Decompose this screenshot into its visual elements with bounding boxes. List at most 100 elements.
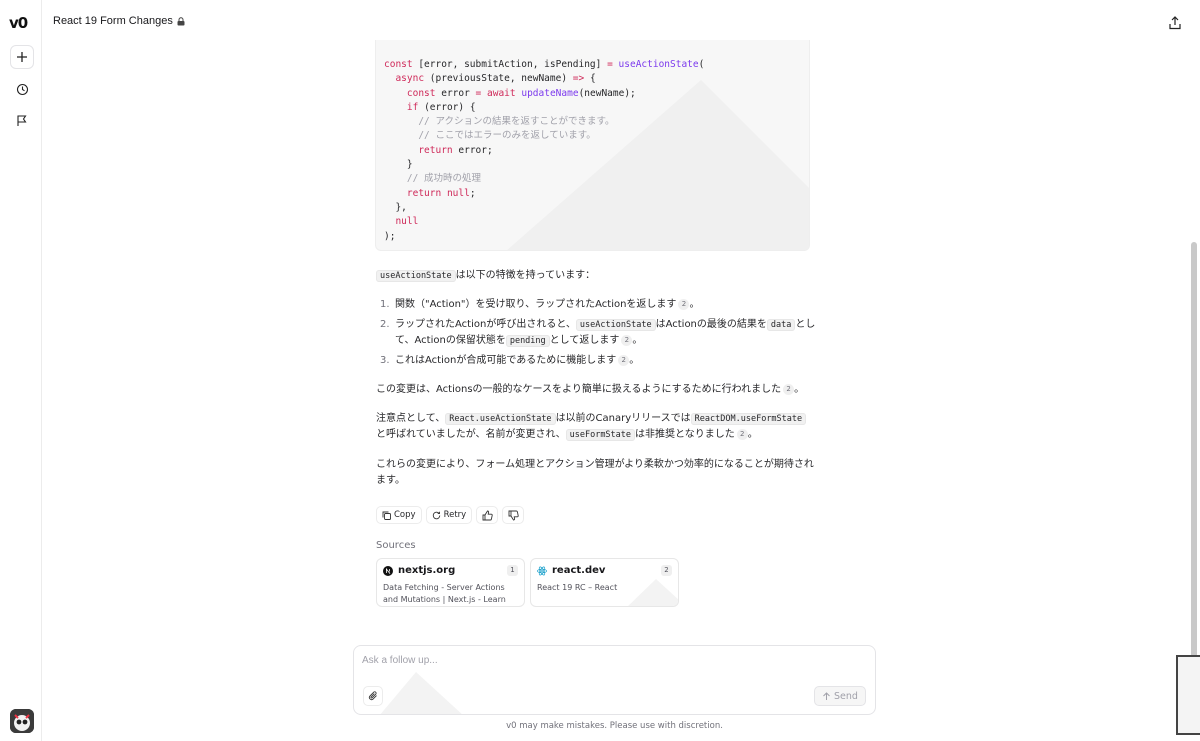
code-token: // アクションの結果を返すことができます。 [418, 116, 615, 128]
feature-list: 1. 関数（"Action"）を受け取り、ラップされたActionを返します 2。 2… [376, 297, 816, 373]
code-token: ( [698, 59, 705, 70]
disclaimer-text: v0 may make mistakes. Please use with di… [506, 721, 723, 731]
text-run: これらの変更により、フォーム処理とアクション管理がより柔軟かつ効率的になることが… [376, 459, 814, 486]
code-token: return [418, 144, 453, 156]
ordered-list: 1. 関数（"Action"）を受け取り、ラップされたActionを返します 2。 2… [376, 297, 816, 369]
feedback-button[interactable] [10, 108, 34, 132]
text-run: この変更は、Actionsの一般的なケースをより簡単に扱えるようにするために行わ… [376, 384, 782, 395]
inline-code: ReactDOM.useFormState [690, 413, 807, 425]
inline-code: pending [505, 335, 550, 347]
code-token: } [384, 159, 413, 171]
features-intro: useActionState は以下の特徴を持っています： [376, 268, 816, 284]
code-token: [error, submitAction, isPending] [412, 59, 608, 70]
code-token: // ここではエラーのみを返しています。 [418, 130, 596, 142]
text-run: 。 [629, 355, 640, 366]
inline-code: data [766, 319, 796, 331]
new-chat-button[interactable] [10, 45, 34, 69]
intro-text: は以下の特徴を持っています： [455, 270, 596, 281]
react-icon [537, 566, 547, 576]
code-token: const [384, 59, 413, 70]
text-run: と呼ばれていましたが、名前が変更され、 [376, 429, 566, 440]
text-run: は以前のCanaryリリースでは [555, 413, 691, 424]
list-number: 1. [380, 299, 390, 310]
code-token: }, [384, 201, 407, 213]
top-bar: React 19 Form Changes [42, 0, 1200, 44]
retry-button[interactable]: Retry [425, 506, 473, 524]
citation-badge[interactable]: 2 [678, 299, 690, 310]
text-run: 。 [689, 299, 700, 310]
refresh-icon [432, 511, 440, 519]
citation-badge[interactable]: 2 [618, 355, 630, 366]
thumbs-up-button[interactable] [476, 506, 499, 524]
attach-button[interactable] [363, 686, 383, 706]
chat-title[interactable]: React 19 Form Changes [53, 15, 185, 27]
source-domain: react.dev [552, 565, 606, 576]
code-token: useActionState [618, 59, 699, 70]
message-actions: Copy Retry [376, 506, 525, 524]
user-avatar[interactable] [10, 709, 34, 733]
inline-code: React.useActionState [445, 413, 556, 425]
list-item: 2. ラップされたActionが呼び出されると、 useActionState はAc… [376, 317, 816, 349]
source-number: 1 [507, 565, 518, 576]
citation-badge[interactable]: 2 [736, 429, 748, 440]
copy-label: Copy [394, 510, 416, 520]
source-card-nextjs[interactable]: nextjs.org 1 Data Fetching - Server Acti… [376, 558, 525, 607]
side-widget[interactable] [1176, 655, 1200, 735]
source-number: 2 [661, 565, 672, 576]
paperclip-icon [368, 691, 377, 701]
sidebar-rail: v0 [0, 0, 42, 741]
code-token: => [572, 73, 585, 85]
code-token: updateName [521, 87, 579, 99]
citation-badge[interactable]: 2 [621, 335, 633, 346]
code-token: ); [384, 230, 396, 242]
history-icon [16, 83, 28, 95]
retry-label: Retry [443, 510, 467, 520]
arrow-up-icon [823, 691, 830, 700]
citation-badge[interactable]: 2 [783, 384, 795, 395]
code-content: const [error, submitAction, isPending] =… [384, 58, 704, 244]
chat-composer: Send [353, 645, 876, 715]
chat-title-text: React 19 Form Changes [53, 15, 173, 27]
code-token: { [584, 73, 596, 85]
code-token: async [395, 73, 425, 85]
scrollbar-thumb[interactable] [1191, 242, 1197, 682]
copy-button[interactable]: Copy [376, 506, 422, 524]
inline-code: useFormState [565, 429, 636, 441]
source-card-react[interactable]: react.dev 2 React 19 RC – React [530, 558, 679, 607]
history-button[interactable] [10, 77, 34, 101]
paragraph: この変更は、Actionsの一般的なケースをより簡単に扱えるようにするために行わ… [376, 382, 816, 398]
copy-icon [382, 511, 391, 520]
send-label: Send [834, 690, 858, 702]
follow-up-input[interactable] [362, 655, 842, 666]
text-run: 。 [794, 384, 805, 395]
code-token: // 成功時の処理 [406, 173, 482, 185]
flag-icon [17, 114, 27, 126]
code-token: (error) { [418, 101, 476, 113]
inline-code: useActionState [575, 319, 656, 331]
sources-heading: Sources [376, 540, 416, 551]
paragraph: 注意点として、 React.useActionState は以前のCanaryリリー… [376, 411, 816, 443]
text-run: はActionの最後の結果を [655, 319, 767, 330]
code-token: null [395, 216, 419, 228]
plus-icon [17, 52, 27, 62]
thumbs-up-icon [482, 510, 493, 520]
v0-logo[interactable]: v0 [9, 14, 28, 32]
text-run: 。 [747, 429, 758, 440]
share-icon[interactable] [1168, 16, 1182, 30]
source-domain: nextjs.org [398, 565, 456, 576]
code-token: (newName); [578, 87, 636, 99]
scrollbar[interactable] [1188, 44, 1200, 741]
send-button[interactable]: Send [814, 686, 866, 706]
text-run: 注意点として、 [376, 413, 446, 424]
code-token: error [435, 87, 476, 99]
text-run: として返します [549, 335, 620, 346]
code-token: (previousState, newName) [424, 73, 573, 85]
thumbs-down-button[interactable] [502, 506, 525, 524]
